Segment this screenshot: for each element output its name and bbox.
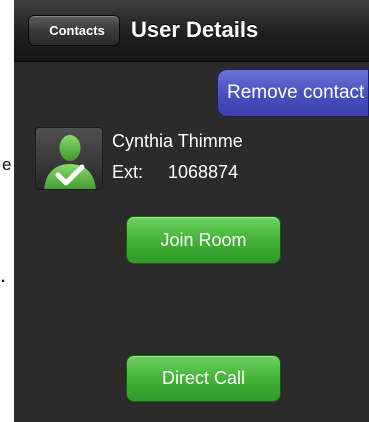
direct-call-button[interactable]: Direct Call: [126, 355, 281, 402]
user-check-avatar-icon: [35, 127, 103, 190]
navigation-bar: Contacts User Details: [14, 0, 369, 62]
contacts-back-button[interactable]: Contacts: [28, 15, 120, 46]
cropped-text-fragment: e: [2, 155, 12, 174]
back-button-label: Contacts: [49, 23, 105, 38]
contact-name: Cynthia Thimme: [112, 131, 243, 151]
extension-value: 1068874: [168, 162, 239, 182]
extension-label: Ext:: [112, 162, 144, 182]
user-details-screen: Contacts User Details Remove contact Cyn…: [14, 0, 369, 422]
remove-contact-button[interactable]: Remove contact: [217, 69, 369, 117]
cropped-text-dot: .: [0, 262, 7, 287]
join-room-button[interactable]: Join Room: [126, 216, 281, 264]
page-title: User Details: [131, 17, 259, 42]
